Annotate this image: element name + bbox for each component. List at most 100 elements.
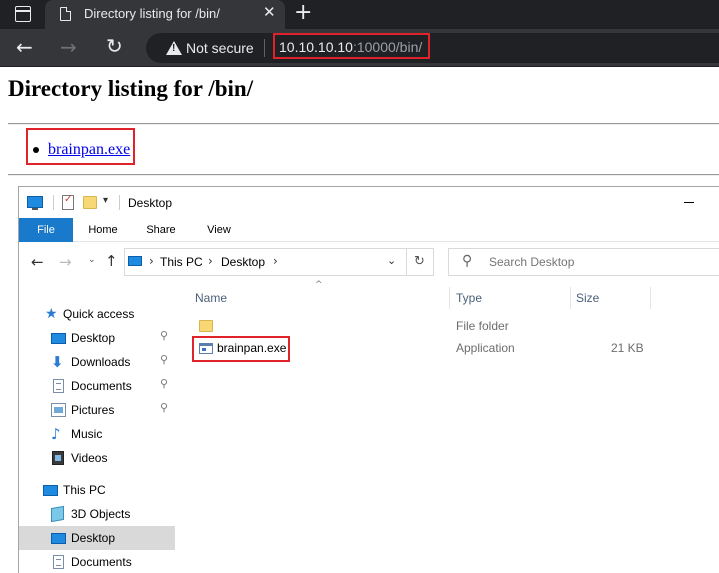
ribbon-tabs: File Home Share View: [19, 218, 719, 242]
recent-locations-icon[interactable]: ⌄: [88, 255, 96, 265]
address-bar[interactable]: Not secure: [146, 33, 719, 63]
file-list-pane: ^ Name Type Size File folder brainpan.ex…: [177, 280, 719, 573]
pin-icon: ⚲: [160, 353, 169, 366]
nav-item-this-pc[interactable]: This PC: [19, 478, 175, 502]
nav-item-label: This PC: [63, 483, 106, 497]
explorer-titlebar: ▾ Desktop: [19, 187, 719, 218]
up-button[interactable]: ↑: [105, 252, 118, 270]
security-status[interactable]: Not secure: [186, 40, 254, 56]
nav-item-documents[interactable]: Documents: [19, 550, 175, 573]
browser-tab[interactable]: Directory listing for /bin/ ✕: [45, 0, 285, 29]
list-bullet: [33, 147, 39, 153]
downloads-icon: ⬇: [51, 353, 64, 371]
search-box[interactable]: ⚲: [448, 248, 719, 276]
tab-file[interactable]: File: [19, 218, 73, 242]
address-dropdown-icon[interactable]: ⌄: [387, 254, 396, 267]
application-icon[interactable]: [199, 343, 213, 354]
desktop-icon: [51, 533, 66, 544]
nav-item-desktop-selected[interactable]: Desktop: [19, 526, 175, 550]
minimize-button[interactable]: [684, 202, 694, 203]
nav-item-label: Downloads: [71, 355, 131, 369]
column-header-size[interactable]: Size: [576, 291, 599, 305]
tab-home[interactable]: Home: [81, 218, 125, 242]
customize-toolbar-icon[interactable]: ▾: [103, 195, 108, 206]
videos-icon: [52, 451, 64, 465]
pictures-icon: [51, 403, 66, 417]
warning-icon[interactable]: [166, 41, 182, 55]
breadcrumb-this-pc[interactable]: This PC: [160, 255, 203, 269]
refresh-icon: ↻: [414, 254, 425, 269]
desktop-icon: [51, 333, 66, 344]
nav-item-documents[interactable]: Documents ⚲: [19, 374, 175, 398]
new-tab-button[interactable]: +: [294, 1, 312, 25]
properties-icon[interactable]: [62, 194, 74, 210]
divider: [8, 174, 719, 176]
nav-item-label: Documents: [71, 555, 132, 569]
quick-access-star-icon: ★: [45, 306, 58, 322]
nav-item-label: Desktop: [71, 531, 116, 545]
titlebar-divider: [53, 195, 54, 210]
search-icon: ⚲: [462, 253, 473, 269]
refresh-button[interactable]: ↻: [407, 248, 434, 276]
nav-item-music[interactable]: ♪ Music: [19, 422, 175, 446]
folder-icon[interactable]: [199, 320, 213, 332]
this-pc-icon: [43, 485, 58, 496]
nav-item-3d-objects[interactable]: 3D Objects: [19, 502, 175, 526]
omnibox-divider: [264, 39, 265, 57]
file-size: 21 KB: [611, 341, 644, 355]
computer-icon[interactable]: [27, 196, 43, 210]
titlebar-divider: [119, 195, 120, 210]
divider: [8, 123, 719, 125]
explorer-address-bar[interactable]: › This PC › Desktop › ⌄: [124, 248, 407, 276]
explorer-address-row: ← → ⌄ ↑ › This PC › Desktop › ⌄ ↻ ⚲: [19, 243, 719, 283]
nav-item-videos[interactable]: Videos: [19, 446, 175, 470]
nav-item-label: Documents: [71, 379, 132, 393]
pin-icon: ⚲: [160, 401, 169, 414]
column-divider[interactable]: [449, 287, 450, 309]
column-divider[interactable]: [570, 287, 571, 309]
navigation-pane: ★ Quick access Desktop ⚲ ⬇ Downloads ⚲ D…: [19, 283, 177, 573]
tab-actions-icon[interactable]: [15, 6, 31, 22]
new-folder-icon[interactable]: [83, 196, 97, 209]
window-title: Desktop: [128, 196, 173, 210]
nav-item-downloads[interactable]: ⬇ Downloads ⚲: [19, 350, 175, 374]
breadcrumb-separator[interactable]: ›: [273, 254, 278, 268]
documents-icon: [53, 555, 64, 569]
forward-button[interactable]: →: [60, 36, 77, 58]
this-pc-icon: [128, 256, 142, 266]
file-type: File folder: [456, 319, 509, 333]
column-divider[interactable]: [650, 287, 651, 309]
breadcrumb-separator[interactable]: ›: [149, 254, 154, 268]
file-explorer-window: ▾ Desktop File Home Share View ← → ⌄ ↑ ›…: [18, 186, 719, 573]
column-header-name[interactable]: Name: [195, 291, 227, 305]
file-name[interactable]: brainpan.exe: [217, 341, 286, 355]
breadcrumb-desktop[interactable]: Desktop: [221, 255, 265, 269]
column-header-type[interactable]: Type: [456, 291, 482, 305]
sort-ascending-icon: ^: [315, 280, 323, 290]
tab-share[interactable]: Share: [139, 218, 183, 242]
reload-button[interactable]: ↻: [106, 35, 123, 57]
tab-view[interactable]: View: [197, 218, 241, 242]
file-link-brainpan[interactable]: brainpan.exe: [48, 141, 130, 159]
page-favicon-icon: [60, 7, 71, 21]
page-title: Directory listing for /bin/: [8, 76, 254, 101]
nav-item-label: 3D Objects: [71, 507, 131, 521]
3d-objects-icon: [51, 505, 64, 523]
nav-item-quick-access[interactable]: ★ Quick access: [19, 302, 175, 326]
nav-item-desktop[interactable]: Desktop ⚲: [19, 326, 175, 350]
nav-item-label: Music: [71, 427, 103, 441]
breadcrumb-separator[interactable]: ›: [208, 254, 213, 268]
nav-item-label: Desktop: [71, 331, 116, 345]
explorer-back-button[interactable]: ←: [31, 253, 44, 271]
url-highlight-box: [273, 33, 430, 59]
search-input[interactable]: [489, 255, 689, 269]
browser-tab-bar: Directory listing for /bin/ ✕ +: [0, 0, 719, 29]
explorer-forward-button[interactable]: →: [59, 253, 72, 271]
back-button[interactable]: ←: [16, 36, 33, 58]
nav-item-pictures[interactable]: Pictures ⚲: [19, 398, 175, 422]
nav-item-label: Pictures: [71, 403, 115, 417]
nav-item-label: Quick access: [63, 307, 135, 321]
pin-icon: ⚲: [160, 329, 169, 342]
file-type: Application: [456, 341, 515, 355]
tab-close-button[interactable]: ✕: [263, 4, 276, 22]
